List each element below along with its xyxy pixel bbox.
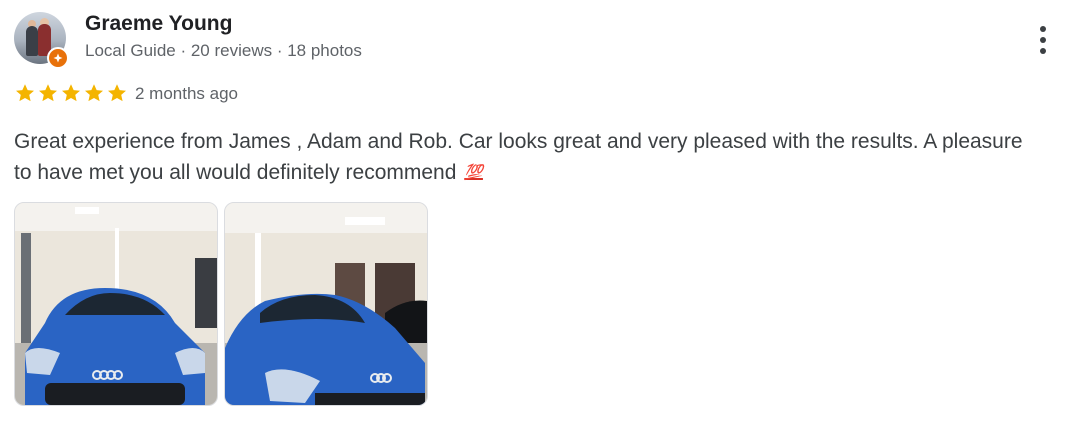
hundred-points-emoji: 💯 (464, 164, 483, 181)
review-photo-1[interactable] (14, 202, 218, 406)
star-rating (14, 82, 128, 104)
star-icon (85, 84, 103, 102)
star-icon (62, 84, 80, 102)
star-icon (16, 84, 34, 102)
reviewer-name[interactable]: Graeme Young (85, 12, 232, 36)
review-photos (14, 202, 428, 406)
review-date: 2 months ago (135, 84, 239, 103)
review-text: Great experience from James , Adam and R… (14, 130, 1023, 184)
star-icon (108, 84, 126, 102)
reviewer-avatar[interactable] (14, 12, 69, 69)
reviewer-meta: Local Guide · 20 reviews · 18 photos (85, 41, 362, 60)
star-icon (39, 84, 57, 102)
local-guide-badge-icon (47, 47, 69, 69)
more-options-icon[interactable] (1030, 24, 1056, 56)
review-photo-2[interactable] (224, 202, 428, 406)
review-text-block: Great experience from James , Adam and R… (14, 126, 1024, 188)
